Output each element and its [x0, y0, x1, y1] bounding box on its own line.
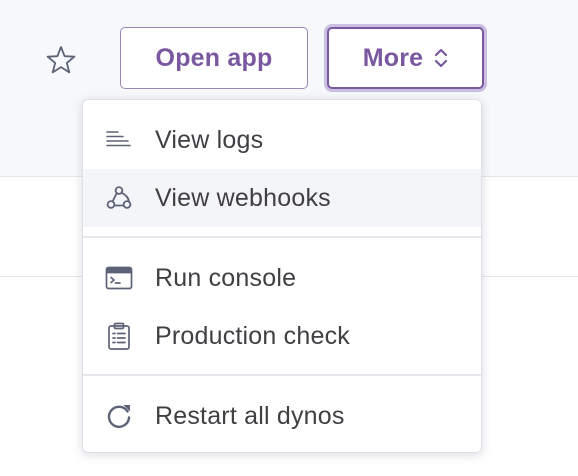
- menu-item-view-webhooks[interactable]: View webhooks: [83, 169, 481, 227]
- menu-item-label: Restart all dynos: [155, 401, 345, 430]
- more-button-label: More: [362, 43, 424, 72]
- restart-icon: [104, 401, 134, 431]
- open-app-button-label: Open app: [155, 43, 273, 72]
- menu-item-restart-all-dynos[interactable]: Restart all dynos: [83, 387, 481, 445]
- clipboard-checklist-icon: [104, 321, 134, 351]
- open-app-button[interactable]: Open app: [120, 27, 308, 89]
- menu-separator: [83, 374, 481, 376]
- webhook-icon: [104, 183, 134, 213]
- chevron-up-down-icon: [435, 48, 448, 68]
- logs-lines-icon: [104, 125, 134, 155]
- menu-separator: [83, 236, 481, 238]
- menu-item-run-console[interactable]: Run console: [83, 249, 481, 307]
- console-window-icon: [104, 263, 134, 293]
- menu-item-view-logs[interactable]: View logs: [83, 111, 481, 169]
- menu-item-label: Production check: [155, 321, 350, 350]
- menu-item-label: View webhooks: [155, 183, 331, 212]
- more-button[interactable]: More: [327, 27, 484, 89]
- more-dropdown-menu: View logs View webhooks Run console Prod…: [82, 99, 482, 453]
- menu-item-label: Run console: [155, 263, 297, 292]
- menu-item-production-check[interactable]: Production check: [83, 307, 481, 365]
- menu-item-label: View logs: [155, 125, 264, 154]
- star-icon[interactable]: [45, 44, 77, 76]
